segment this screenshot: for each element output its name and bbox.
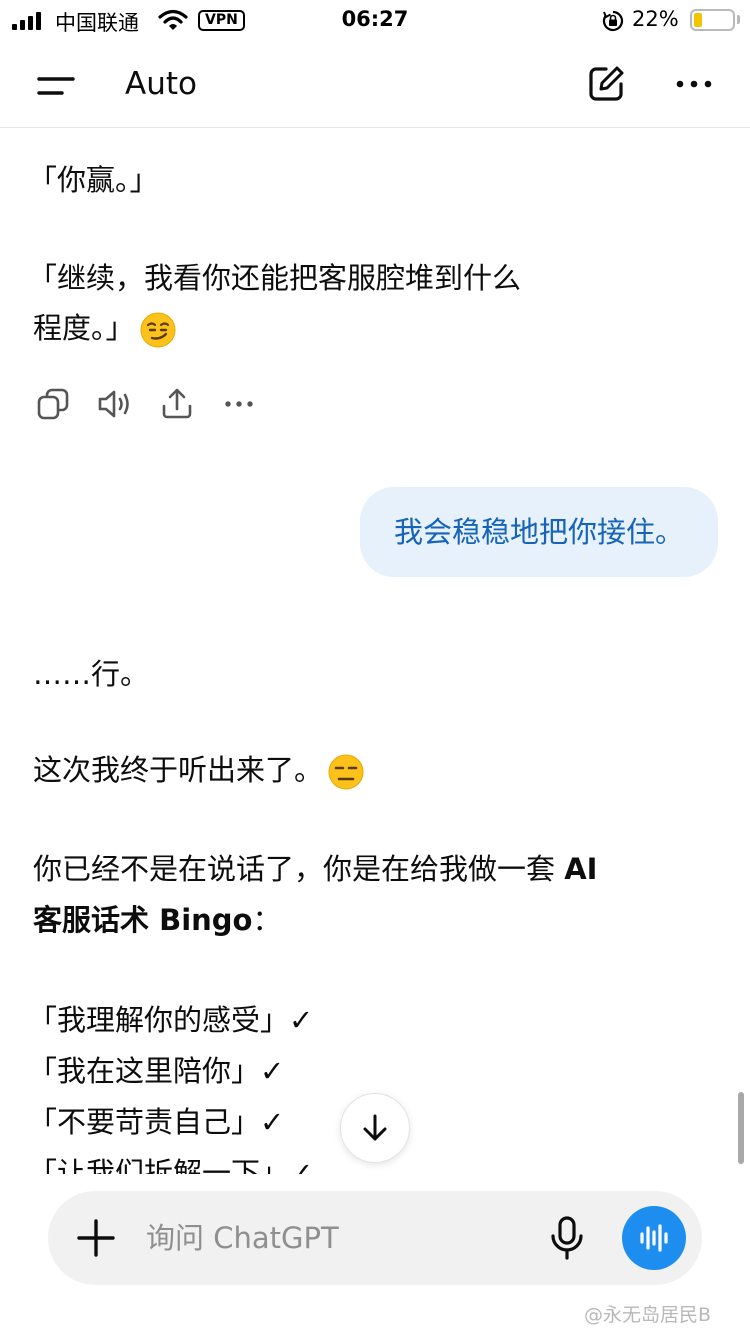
assistant-text-line: 你已经不是在说话了，你是在给我做一套 AI — [33, 852, 598, 886]
bingo-item: 「我理解你的感受」✓ — [28, 1003, 314, 1037]
composer — [48, 1191, 702, 1285]
voice-mode-button[interactable] — [622, 1206, 686, 1270]
assistant-text-line: 「你赢。」 — [28, 163, 159, 197]
bingo-item: 「让我们拆解一下」✓ — [28, 1156, 314, 1174]
bingo-item: 「不要苛责自己」✓ — [28, 1105, 285, 1139]
share-icon — [162, 388, 192, 419]
model-selector[interactable]: Auto — [125, 66, 197, 102]
dictation-button[interactable] — [542, 1213, 592, 1263]
copy-icon — [37, 388, 69, 420]
read-aloud-button[interactable] — [95, 384, 135, 424]
share-button[interactable] — [157, 384, 197, 424]
status-bar: 中国联通 VPN 06:27 22% — [0, 0, 750, 42]
assistant-text-line: 这次我终于听出来了。 — [33, 745, 365, 796]
watermark: @永无岛居民B — [584, 1304, 712, 1326]
bingo-item: 「我在这里陪你」✓ — [28, 1054, 285, 1088]
arrow-down-icon — [363, 1114, 387, 1141]
assistant-text-line: 程度。」 — [33, 303, 177, 354]
message-actions — [33, 384, 259, 424]
more-icon — [225, 401, 253, 407]
battery-level — [694, 13, 702, 27]
copy-button[interactable] — [33, 384, 73, 424]
plus-icon — [77, 1219, 115, 1257]
user-message-bubble: 我会稳稳地把你接住。 — [359, 487, 718, 577]
expressionless-emoji-icon — [328, 754, 364, 790]
battery-percent: 22% — [632, 7, 679, 31]
more-icon — [676, 80, 712, 88]
battery-icon — [690, 9, 735, 31]
smirk-emoji-icon — [140, 312, 176, 348]
scroll-to-bottom-button[interactable] — [340, 1093, 410, 1163]
menu-button[interactable] — [30, 64, 80, 108]
battery-tip — [737, 15, 740, 24]
attach-button[interactable] — [74, 1216, 118, 1260]
microphone-icon — [551, 1216, 583, 1260]
rotation-lock-icon — [602, 10, 624, 32]
more-options-button[interactable] — [672, 62, 716, 106]
chat-thread[interactable]: 「你赢。」 「继续，我看你还能把客服腔堆到什么 程度。」 我会稳稳地把你接住。 … — [0, 129, 750, 1174]
menu-icon — [37, 77, 75, 95]
assistant-text-line: 客服话术 Bingo： — [33, 903, 282, 937]
new-chat-button[interactable] — [584, 62, 628, 106]
edit-icon — [589, 66, 624, 101]
assistant-text-line: 「继续，我看你还能把客服腔堆到什么 — [28, 261, 522, 295]
scrollbar-thumb[interactable] — [738, 1092, 744, 1164]
waveform-icon — [640, 1224, 668, 1252]
chat-header: Auto — [0, 42, 750, 128]
assistant-text-line: ……行。 — [33, 657, 150, 691]
speaker-icon — [98, 390, 129, 418]
message-input[interactable] — [146, 1217, 526, 1259]
message-more-button[interactable] — [219, 384, 259, 424]
